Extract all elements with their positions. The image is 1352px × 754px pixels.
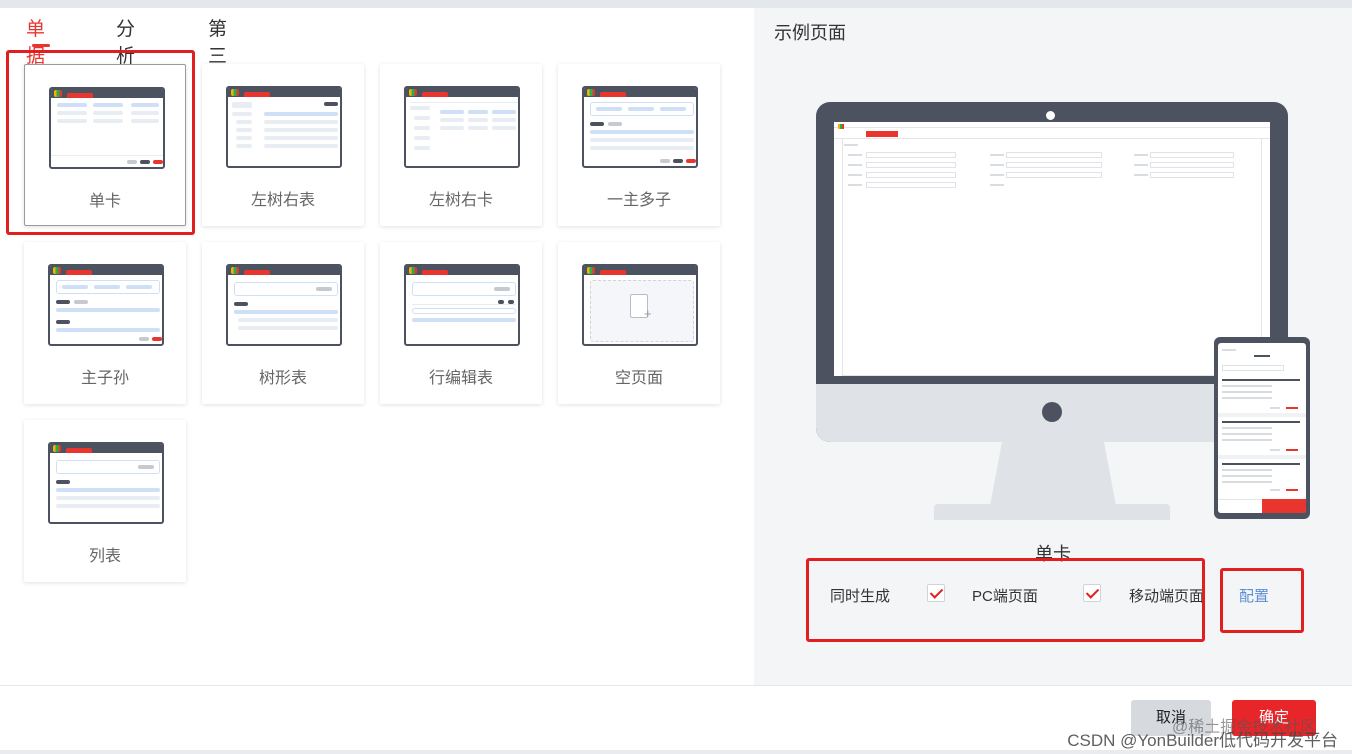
template-label: 列表 — [88, 548, 121, 565]
pc-page-label: PC端页面 — [972, 588, 1038, 605]
list-thumbnail — [48, 442, 164, 524]
template-label: 空页面 — [614, 370, 663, 387]
template-card-tree-table[interactable]: 树形表 — [202, 242, 364, 404]
template-panel: 单据 分析 第三方 单卡 — [0, 8, 754, 685]
master-multi-detail-thumbnail — [582, 86, 698, 168]
template-card-left-tree-right-card[interactable]: 左树右卡 — [380, 64, 542, 226]
master-child-grandchild-thumbnail — [48, 264, 164, 346]
camera-icon — [1046, 111, 1055, 120]
template-card-left-tree-right-table[interactable]: 左树右表 — [202, 64, 364, 226]
template-label: 左树右表 — [250, 192, 315, 209]
power-button-icon — [1042, 402, 1062, 422]
preview-title: 示例页面 — [774, 23, 846, 43]
mobile-page-label: 移动端页面 — [1129, 588, 1205, 605]
template-label: 左树右卡 — [428, 192, 493, 209]
template-label: 单卡 — [88, 193, 121, 210]
tab-analysis[interactable]: 分析 — [116, 14, 135, 68]
monitor-stand-base — [934, 504, 1170, 520]
template-card-master-child-grandchild[interactable]: 主子孙 — [24, 242, 186, 404]
template-label: 行编辑表 — [428, 370, 493, 387]
mobile-page-checkbox[interactable] — [1083, 584, 1101, 602]
left-tree-right-card-thumbnail — [404, 86, 520, 168]
window-top-strip — [0, 0, 1352, 8]
desktop-preview-screen — [834, 122, 1270, 376]
tree-table-thumbnail — [226, 264, 342, 346]
template-label: 一主多子 — [606, 192, 671, 209]
row-edit-table-thumbnail — [404, 264, 520, 346]
active-tab-indicator — [32, 44, 50, 47]
monitor-stand — [990, 442, 1116, 506]
generate-together-label: 同时生成 — [830, 588, 891, 605]
preview-panel: 示例页面 单卡 同时生成 PC端页面 移动端页面 配置 — [754, 8, 1352, 685]
blank-page-thumbnail: + — [582, 264, 698, 346]
left-tree-right-table-thumbnail — [226, 86, 342, 168]
single-card-thumbnail — [49, 87, 165, 169]
template-card-blank-page[interactable]: + 空页面 — [558, 242, 720, 404]
template-card-row-edit-table[interactable]: 行编辑表 — [380, 242, 542, 404]
template-card-master-multi-detail[interactable]: 一主多子 — [558, 64, 720, 226]
mobile-preview-screen — [1218, 343, 1306, 513]
watermark-csdn: CSDN @YonBuilder低代码开发平台 — [1067, 731, 1338, 750]
tab-documents[interactable]: 单据 — [26, 14, 45, 68]
template-dialog: 单据 分析 第三方 单卡 — [0, 8, 1352, 750]
dialog-footer: 取消 确定 @稀土掘金技术社区 CSDN @YonBuilder低代码开发平台 — [0, 685, 1352, 750]
pc-page-checkbox[interactable] — [927, 584, 945, 602]
template-card-single[interactable]: 单卡 — [24, 64, 186, 226]
config-link[interactable]: 配置 — [1239, 585, 1269, 606]
template-label: 主子孙 — [80, 370, 129, 387]
template-label: 树形表 — [258, 370, 307, 387]
mobile-preview-phone — [1214, 337, 1310, 519]
template-card-list[interactable]: 列表 — [24, 420, 186, 582]
preview-template-name: 单卡 — [1035, 544, 1071, 564]
